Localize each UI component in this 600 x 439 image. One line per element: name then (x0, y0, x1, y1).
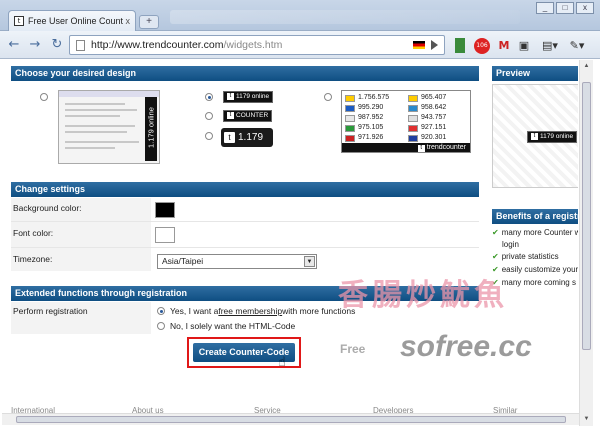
close-window-button[interactable]: x (576, 2, 594, 14)
flag-de-icon[interactable] (413, 41, 425, 49)
reload-icon[interactable]: ↻ (49, 37, 65, 53)
small-counter-badge[interactable]: t COUNTER (223, 110, 273, 122)
design-radio-3[interactable] (205, 112, 213, 120)
country-flag-icon (408, 134, 418, 142)
trendcounter-strip: t trendcounter (342, 143, 470, 152)
dropdown-arrow-icon[interactable]: ▼ (304, 256, 315, 267)
page-icon (76, 39, 85, 51)
background-tabs (170, 10, 520, 24)
vertical-badge: 1.179 online (145, 97, 157, 161)
scroll-down-icon[interactable]: ▼ (582, 415, 591, 424)
benefit-item: login (502, 240, 519, 249)
section-header-extended: Extended functions through registration (11, 286, 479, 301)
play-icon[interactable] (431, 40, 438, 50)
preview-badge: t 1179 online (527, 131, 578, 143)
country-flag-icon (408, 114, 418, 122)
country-flag-icon (345, 104, 355, 112)
address-bar[interactable]: http://www.trendcounter.com/widgets.htm (69, 35, 445, 55)
minimize-button[interactable]: _ (536, 2, 554, 14)
background-color-swatch[interactable] (155, 202, 175, 218)
tab-title: Free User Online Count... (28, 16, 123, 26)
flag-row-right: 958.642 (408, 104, 446, 112)
section-header-settings: Change settings (11, 182, 479, 197)
design-radio-4[interactable] (205, 132, 213, 140)
vertical-scroll-thumb[interactable] (582, 82, 591, 350)
country-flag-icon (408, 94, 418, 102)
background-color-label: Background color: (13, 203, 82, 213)
flag-row-left: 987.952 (345, 114, 383, 122)
hand-cursor-icon: ☝ (278, 355, 286, 370)
flag-row-right: 927.151 (408, 124, 446, 132)
no-radio[interactable] (157, 322, 165, 330)
forward-icon[interactable]: → (27, 37, 43, 53)
country-flag-icon (345, 134, 355, 142)
scroll-up-icon[interactable]: ▲ (582, 62, 591, 71)
country-flag-icon (408, 124, 418, 132)
wrench-icon[interactable]: ✎▾ (566, 38, 588, 53)
page-menu-icon[interactable]: ▤▾ (540, 38, 560, 53)
perform-registration-label: Perform registration (13, 306, 88, 316)
check-icon: ✔ (492, 252, 499, 261)
font-color-swatch[interactable] (155, 227, 175, 243)
flag-row-left: 975.105 (345, 124, 383, 132)
vertical-scrollbar[interactable]: ▲ ▼ (579, 60, 593, 426)
benefit-item: ✔ many more coming s (492, 278, 576, 287)
big-counter-badge[interactable]: t 1.179 (221, 128, 273, 147)
flag-row-right: 920.301 (408, 134, 446, 142)
page-content: Choose your desired design 1.179 online … (2, 60, 578, 426)
design-radio-2[interactable] (205, 93, 213, 101)
option-yes[interactable]: Yes, I want a free membership with more … (157, 306, 355, 316)
horizontal-scrollbar[interactable] (2, 413, 579, 425)
extension-icon[interactable]: ▣ (517, 38, 531, 53)
browser-tab[interactable]: t Free User Online Count... x (8, 10, 136, 31)
window-controls: _ □ x (536, 2, 594, 14)
evernote-icon[interactable] (455, 38, 465, 53)
benefit-item: ✔ private statistics (492, 252, 559, 261)
new-tab-button[interactable]: + (139, 15, 159, 29)
benefit-item: ✔many more Counter with (492, 228, 578, 237)
timezone-select[interactable]: Asia/Taipei ▼ (157, 254, 317, 269)
design-radio-5[interactable] (324, 93, 332, 101)
flag-counter-widget[interactable]: t trendcounter 1.756.575 995.290 987.952 975… (341, 90, 471, 153)
flag-row-right: 965.407 (408, 94, 446, 102)
check-icon: ✔ (492, 265, 499, 274)
notification-icon[interactable]: 106 (474, 38, 490, 54)
check-icon: ✔ (492, 278, 499, 287)
font-color-label: Font color: (13, 228, 54, 238)
gmail-icon[interactable]: M (496, 38, 512, 53)
preview-header: Preview (492, 66, 578, 81)
small-online-badge[interactable]: t 1179 online (223, 91, 274, 103)
maximize-button[interactable]: □ (556, 2, 574, 14)
benefits-header: Benefits of a registra (492, 209, 578, 224)
free-membership-link[interactable]: free membership (218, 306, 282, 316)
browser-tab-strip: t Free User Online Count... x + _ □ x (0, 0, 600, 31)
browser-toolbar: ← → ↻ http://www.trendcounter.com/widget… (0, 31, 600, 59)
url-text[interactable]: http://www.trendcounter.com/widgets.htm (91, 39, 413, 51)
check-icon: ✔ (492, 228, 499, 237)
country-flag-icon (345, 114, 355, 122)
horizontal-scroll-thumb[interactable] (16, 416, 566, 423)
benefit-item: ✔ easily customize your (492, 265, 578, 274)
timezone-label: Timezone: (13, 254, 53, 264)
design-thumbnail-page[interactable]: 1.179 online (58, 90, 160, 164)
flag-row-left: 1.756.575 (345, 94, 389, 102)
design-radio-1[interactable] (40, 93, 48, 101)
tab-close-icon[interactable]: x (126, 16, 131, 26)
country-flag-icon (345, 94, 355, 102)
yes-radio[interactable] (157, 307, 165, 315)
country-flag-icon (408, 104, 418, 112)
option-no[interactable]: No, I solely want the HTML-Code (157, 321, 295, 331)
favicon-icon: t (14, 16, 24, 26)
section-header-design: Choose your desired design (11, 66, 479, 81)
flag-row-left: 971.926 (345, 134, 383, 142)
preview-box: t 1179 online (492, 84, 578, 188)
flag-row-left: 995.290 (345, 104, 383, 112)
country-flag-icon (345, 124, 355, 132)
timezone-value: Asia/Taipei (162, 256, 204, 266)
back-icon[interactable]: ← (6, 37, 22, 53)
flag-row-right: 943.757 (408, 114, 446, 122)
